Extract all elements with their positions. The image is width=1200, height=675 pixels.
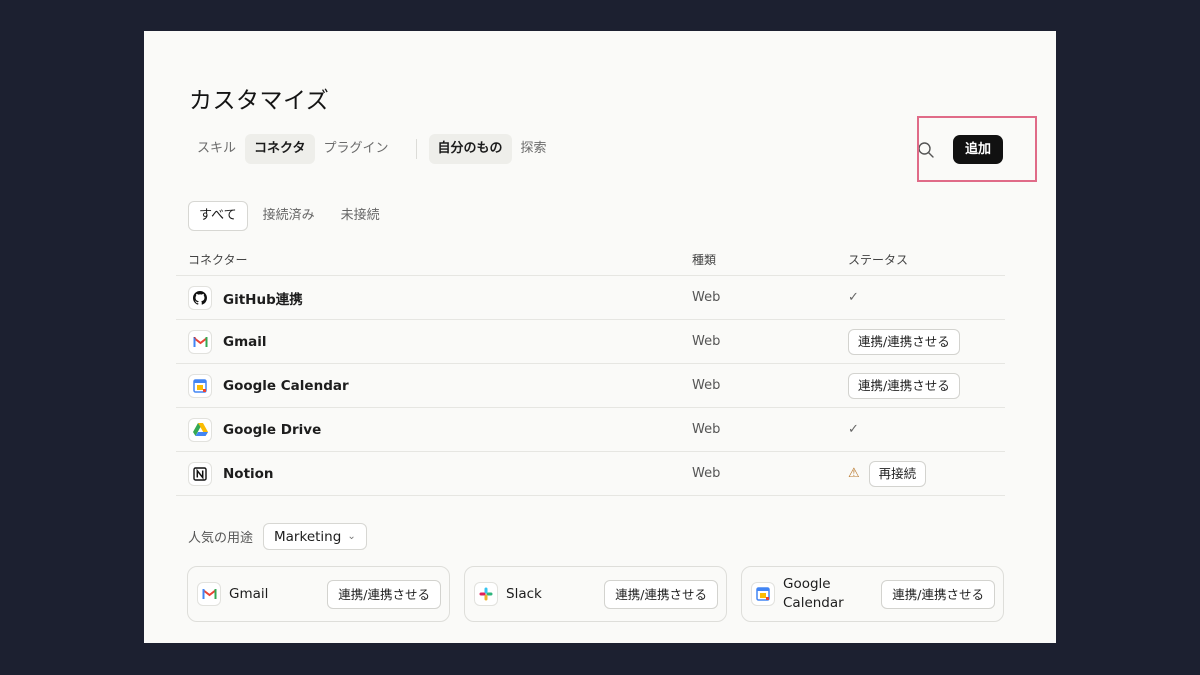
- connect-button[interactable]: 連携/連携させる: [881, 579, 995, 609]
- slack-icon: [474, 582, 498, 606]
- notion-icon: [188, 461, 212, 486]
- popular-label: 人気の用途: [188, 531, 254, 546]
- tab-bar: スキル コネクタ プラグイン 自分のもの 探索: [188, 134, 556, 164]
- page-title: カスタマイズ: [189, 88, 330, 114]
- highlight-box: [917, 116, 1037, 182]
- suggestion-card-gmail: Gmail 連携/連携させる: [187, 566, 450, 622]
- table-row[interactable]: Google Drive Web ✓: [176, 408, 1005, 452]
- connector-name: GitHub連携: [223, 291, 303, 308]
- card-name: Google Calendar: [783, 576, 844, 611]
- github-icon: [188, 285, 212, 310]
- google-drive-icon: [188, 417, 212, 442]
- popular-uses: 人気の用途 Marketing ⌄: [188, 523, 367, 550]
- filter-bar: すべて 接続済み 未接続: [188, 201, 395, 231]
- suggestion-card-google-calendar: Google Calendar 連携/連携させる: [741, 566, 1004, 622]
- table-row[interactable]: Google Calendar Web 連携/連携させる: [176, 364, 1005, 408]
- suggestion-card-slack: Slack 連携/連携させる: [464, 566, 727, 622]
- table-header: コネクター 種類 ステータス: [176, 243, 1005, 276]
- connector-name: Google Calendar: [223, 377, 349, 394]
- header-name: コネクター: [188, 252, 248, 267]
- tab-skills[interactable]: スキル: [188, 134, 245, 164]
- gmail-icon: [197, 582, 221, 606]
- customize-panel: カスタマイズ スキル コネクタ プラグイン 自分のもの 探索 追加 すべて 接続…: [144, 31, 1056, 643]
- use-case-value: Marketing: [274, 528, 342, 545]
- connector-name: Gmail: [223, 333, 267, 350]
- header-status: ステータス: [848, 252, 909, 267]
- reconnect-button[interactable]: 再接続: [868, 460, 927, 487]
- gmail-icon: [188, 329, 212, 354]
- connector-type: Web: [692, 334, 721, 349]
- use-case-select[interactable]: Marketing ⌄: [263, 523, 367, 550]
- google-calendar-icon: [751, 582, 775, 606]
- card-name: Gmail: [229, 585, 269, 602]
- check-icon: ✓: [848, 422, 859, 437]
- chevron-down-icon: ⌄: [347, 531, 356, 542]
- connect-button[interactable]: 連携/連携させる: [327, 579, 441, 609]
- tab-connectors[interactable]: コネクタ: [245, 134, 315, 164]
- tab-explore[interactable]: 探索: [512, 134, 556, 164]
- header-type: 種類: [692, 252, 717, 267]
- table-row[interactable]: GitHub連携 Web ✓: [176, 276, 1005, 320]
- connector-type: Web: [692, 422, 721, 437]
- connector-table: コネクター 種類 ステータス GitHub連携 Web ✓ Gmail Web …: [176, 243, 1005, 496]
- filter-all[interactable]: すべて: [188, 201, 248, 231]
- connect-button[interactable]: 連携/連携させる: [848, 328, 960, 355]
- check-icon: ✓: [848, 290, 859, 305]
- tab-divider: [415, 139, 417, 159]
- tab-mine[interactable]: 自分のもの: [428, 134, 512, 164]
- card-name: Slack: [506, 585, 542, 602]
- warning-icon: ⚠: [848, 466, 860, 481]
- tab-plugins[interactable]: プラグイン: [315, 134, 398, 164]
- table-row[interactable]: Gmail Web 連携/連携させる: [176, 320, 1005, 364]
- filter-not-connected[interactable]: 未接続: [330, 201, 391, 231]
- google-calendar-icon: [188, 373, 212, 398]
- connect-button[interactable]: 連携/連携させる: [848, 372, 960, 399]
- connector-name: Google Drive: [223, 421, 322, 438]
- connector-name: Notion: [223, 465, 274, 482]
- table-row[interactable]: Notion Web ⚠ 再接続: [176, 452, 1005, 496]
- suggestion-cards: Gmail 連携/連携させる Slack 連携/連携させる Google Cal…: [187, 566, 1004, 622]
- filter-connected[interactable]: 接続済み: [252, 201, 326, 231]
- connector-type: Web: [692, 466, 721, 481]
- connect-button[interactable]: 連携/連携させる: [604, 579, 718, 609]
- connector-type: Web: [692, 378, 721, 393]
- connector-type: Web: [692, 290, 721, 305]
